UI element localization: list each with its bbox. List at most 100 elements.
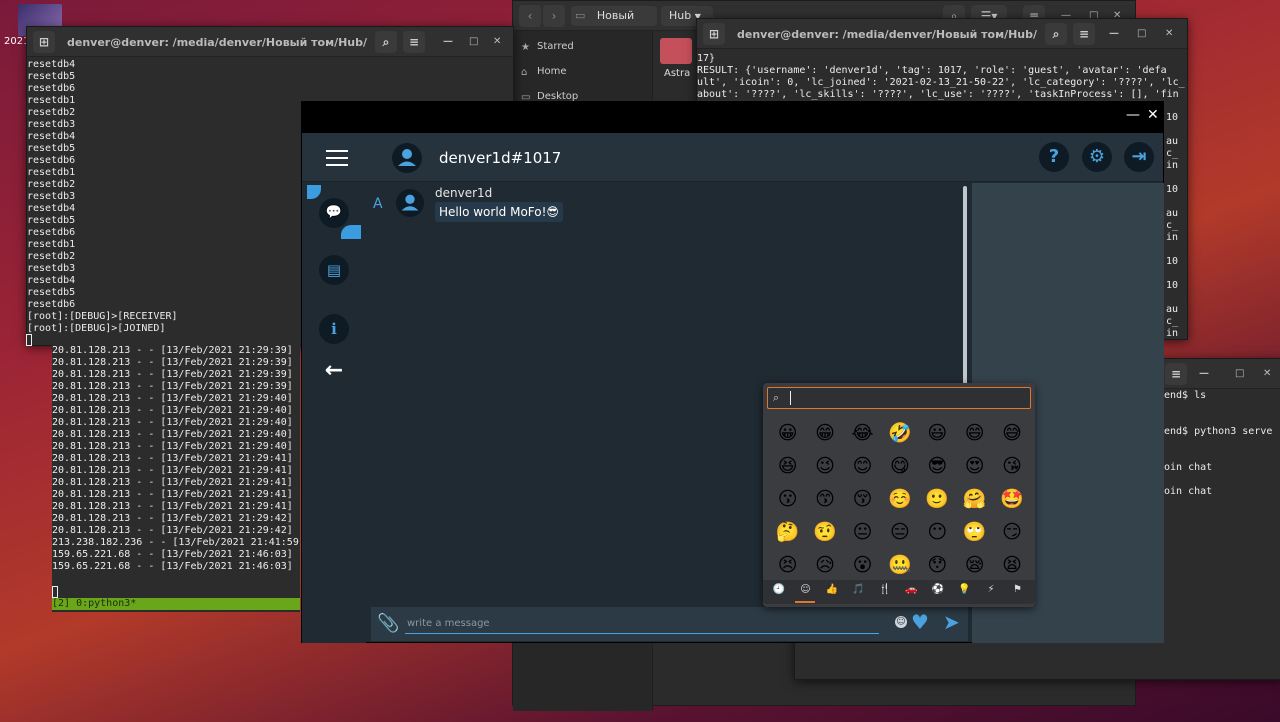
emoji-item[interactable]: 😆 [769, 450, 806, 483]
maximize-icon[interactable]: □ [1137, 27, 1146, 41]
emoji-category-tab[interactable]: ⚽ [930, 584, 946, 595]
emoji-item[interactable]: 😏 [993, 516, 1030, 549]
close-icon[interactable]: ✕ [1263, 367, 1271, 381]
emoji-item[interactable]: 😁 [806, 417, 843, 450]
send-icon[interactable]: ➤ [943, 610, 960, 634]
emoji-item[interactable]: 🤗 [956, 483, 993, 516]
minimize-icon[interactable]: — [1109, 27, 1119, 41]
logout-icon[interactable]: ⇥ [1124, 142, 1154, 172]
emoji-item[interactable]: 🙄 [956, 516, 993, 549]
emoji-item[interactable]: 😚 [844, 483, 881, 516]
emoji-item[interactable]: 😎 [919, 450, 956, 483]
emoji-item[interactable]: 😃 [919, 417, 956, 450]
breadcrumb-volume[interactable]: ▭ Новый том [571, 6, 657, 42]
menu-icon[interactable]: ≡ [403, 31, 425, 53]
emoji-item[interactable]: 😘 [993, 450, 1030, 483]
terminal-line: ult', 'icoin': 0, 'lc_joined': '2021-02-… [697, 77, 1185, 88]
emoji-item[interactable]: 😫 [993, 549, 1030, 582]
message-input[interactable] [405, 614, 879, 634]
emoji-item[interactable]: 🤣 [881, 417, 918, 450]
emoji-item[interactable]: 😣 [769, 549, 806, 582]
folder-label: Astra [664, 68, 691, 79]
heart-icon[interactable]: ♥ [911, 610, 929, 634]
emoji-item[interactable]: 😪 [956, 549, 993, 582]
close-icon[interactable]: ✕ [493, 35, 501, 49]
terminal-line: 20.81.128.213 - - [13/Feb/2021 21:29:39] [52, 381, 293, 392]
terminal-line: end$ ls [1164, 390, 1207, 401]
emoji-item[interactable]: 🤩 [993, 483, 1030, 516]
forward-nav-button[interactable]: › [543, 5, 565, 27]
emoji-item[interactable]: 🤨 [806, 516, 843, 549]
minimize-icon[interactable]: — [1199, 367, 1209, 381]
emoji-category-tab[interactable]: ⚑ [1010, 584, 1026, 595]
maximize-icon[interactable]: □ [1235, 367, 1244, 381]
emoji-item[interactable]: 😮 [844, 549, 881, 582]
message-text: Hello world MoFo!😎 [435, 202, 563, 222]
close-icon[interactable]: ✕ [1165, 27, 1173, 41]
emoji-item[interactable]: 🤔 [769, 516, 806, 549]
terminal-line: resetdb2 [27, 179, 76, 190]
terminal-line: 20.81.128.213 - - [13/Feb/2021 21:29:41] [52, 465, 293, 476]
sidebar-item-starred[interactable]: Starred [537, 41, 574, 52]
emoji-item[interactable]: 😶 [919, 516, 956, 549]
scrollbar[interactable] [963, 186, 967, 386]
emoji-category-tab[interactable]: 🕘 [771, 584, 787, 595]
emoji-picker: ⌕ 😀 😁 😂 🤣 😃 😄 😅 😆 😉 😊 😋 😎 😍 😘 😗 😙 😚 ☺️ 🙂 🤗 🤩 🤔 🤨 😐 😑 😶 🙄 😏 😣 😥 😮 🤐 😯 😪 😫 🕘… [763, 383, 1035, 607]
chat-icon[interactable]: 💬 [319, 198, 349, 228]
emoji-category-tab[interactable]: 💡 [957, 584, 973, 595]
avatar[interactable] [392, 143, 422, 173]
hamburger-menu-icon[interactable] [326, 150, 348, 166]
emoji-item[interactable]: 😯 [919, 549, 956, 582]
terminal-line: 20.81.128.213 - - [13/Feb/2021 21:29:41] [52, 453, 293, 464]
emoji-item[interactable]: 😅 [993, 417, 1030, 450]
terminal-line: about': '????', 'lc_skills': '????', 'lc… [697, 89, 1179, 100]
emoji-item[interactable]: 😑 [881, 516, 918, 549]
emoji-category-tab[interactable]: ☺ [798, 584, 814, 595]
attach-icon[interactable]: 📎 [377, 613, 399, 634]
emoji-item[interactable]: 😋 [881, 450, 918, 483]
close-icon[interactable]: ✕ [1147, 107, 1159, 123]
back-nav-button[interactable]: ‹ [519, 5, 541, 27]
minimize-icon[interactable]: — [1126, 107, 1140, 123]
emoji-item[interactable]: 😙 [806, 483, 843, 516]
emoji-item[interactable]: 😄 [956, 417, 993, 450]
settings-icon[interactable]: ⚙ [1082, 142, 1112, 172]
terminal-line: resetdb6 [27, 83, 76, 94]
maximize-icon[interactable]: □ [469, 35, 478, 49]
folder-icon[interactable] [660, 38, 692, 64]
terminal-line: 10 [1166, 112, 1179, 123]
emoji-category-tab[interactable]: 👍 [824, 584, 840, 595]
menu-icon[interactable]: ≡ [1073, 23, 1095, 45]
new-tab-icon[interactable]: ⊞ [703, 23, 725, 45]
emoji-item[interactable]: 😊 [844, 450, 881, 483]
new-tab-icon[interactable]: ⊞ [33, 31, 55, 53]
emoji-item[interactable]: 😉 [806, 450, 843, 483]
minimize-icon[interactable]: — [443, 35, 453, 49]
emoji-search-input[interactable]: ⌕ [767, 387, 1031, 409]
docs-icon[interactable]: ▤ [319, 255, 349, 285]
emoji-item[interactable]: 🙂 [919, 483, 956, 516]
emoji-item[interactable]: 😥 [806, 549, 843, 582]
emoji-item[interactable]: 😍 [956, 450, 993, 483]
emoji-item[interactable]: 😗 [769, 483, 806, 516]
emoji-item[interactable]: 😐 [844, 516, 881, 549]
emoji-item[interactable]: ☺️ [881, 483, 918, 516]
emoji-category-tab[interactable]: 🚗 [904, 584, 920, 595]
info-icon[interactable]: i [319, 314, 349, 344]
menu-icon[interactable]: ≡ [1165, 363, 1187, 385]
emoji-category-tab[interactable]: ⚡ [983, 584, 999, 595]
terminal-line: resetdb1 [27, 95, 76, 106]
emoji-item[interactable]: 🤐 [881, 549, 918, 582]
emoji-category-tab[interactable]: 🎵 [851, 584, 867, 595]
emoji-item[interactable]: 😀 [769, 417, 806, 450]
sidebar-item-home[interactable]: Home [537, 66, 567, 77]
emoji-category-tab[interactable]: 🍴 [877, 584, 893, 595]
terminal-line: 20.81.128.213 - - [13/Feb/2021 21:29:41] [52, 477, 293, 488]
search-icon[interactable]: ⌕ [375, 31, 397, 53]
help-icon[interactable]: ? [1039, 142, 1069, 172]
emoji-icon[interactable]: ☺ [895, 616, 907, 628]
back-arrow-icon[interactable]: ← [319, 356, 349, 386]
emoji-item[interactable]: 😂 [844, 417, 881, 450]
search-icon[interactable]: ⌕ [1045, 23, 1067, 45]
terminal-line: 10 [1166, 256, 1179, 267]
